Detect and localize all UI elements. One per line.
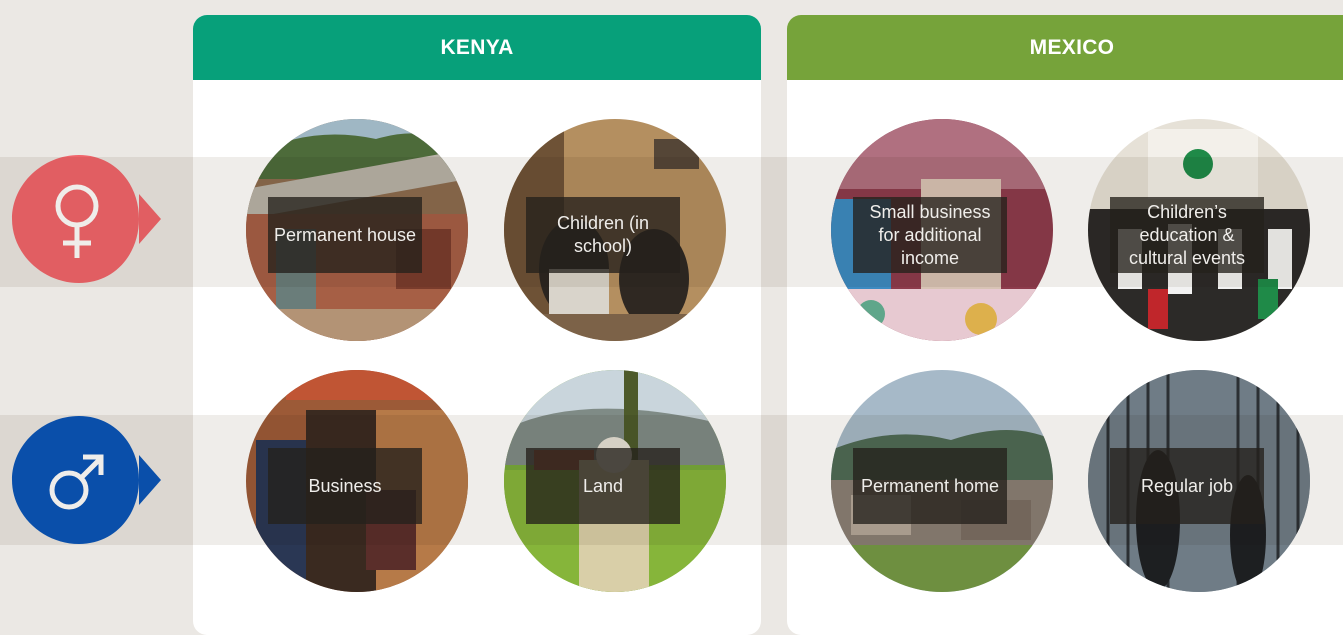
caption-children-in-school: Children (in school) [526, 197, 680, 273]
caption-childrens-education: Children’s education & cultural events [1110, 197, 1264, 273]
caption-permanent-house: Permanent house [268, 197, 422, 273]
business-photo: Business [246, 370, 468, 592]
caption-land: Land [526, 448, 680, 524]
female-marker [11, 154, 161, 284]
male-symbol-icon [12, 416, 161, 544]
childrens-education-photo: Children’s education & cultural events [1088, 119, 1310, 341]
permanent-home-photo: Permanent home [831, 370, 1053, 592]
land-photo: Land [504, 370, 726, 592]
male-marker [11, 415, 161, 545]
mexico-header: MEXICO [787, 15, 1343, 80]
regular-job-photo: Regular job [1088, 370, 1310, 592]
caption-small-business: Small business for additional income [853, 197, 1007, 273]
small-business-photo: Small business for additional income [831, 119, 1053, 341]
caption-business: Business [268, 448, 422, 524]
female-symbol-icon [12, 155, 161, 283]
caption-regular-job: Regular job [1110, 448, 1264, 524]
caption-permanent-home: Permanent home [853, 448, 1007, 524]
children-in-school-photo: Children (in school) [504, 119, 726, 341]
kenya-header: KENYA [193, 15, 761, 80]
permanent-house-photo: Permanent house [246, 119, 468, 341]
